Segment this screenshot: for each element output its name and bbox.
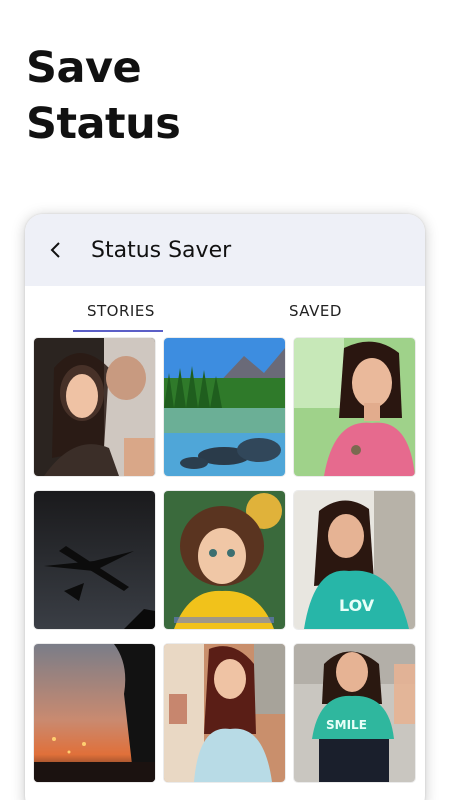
tab-stories[interactable]: STORIES <box>25 286 223 336</box>
arrow-left-icon <box>50 242 60 258</box>
status-thumbnail[interactable] <box>164 644 285 782</box>
photo-airplane <box>34 491 155 629</box>
status-thumbnail[interactable]: SMILE <box>294 644 415 782</box>
promo-headline-line2: Status <box>26 99 181 149</box>
status-thumbnail[interactable] <box>294 338 415 476</box>
photo-couple <box>34 338 155 476</box>
status-thumbnail[interactable] <box>164 338 285 476</box>
photo-girl-pink <box>294 338 415 476</box>
app-bar: Status Saver <box>25 214 425 286</box>
tab-saved[interactable]: SAVED <box>223 286 425 336</box>
status-thumbnail[interactable] <box>34 644 155 782</box>
status-thumbnail[interactable] <box>34 491 155 629</box>
status-thumbnail[interactable] <box>164 491 285 629</box>
svg-text:LOV: LOV <box>339 596 375 615</box>
promo-headline: Save Status <box>26 40 181 152</box>
photo-girl-love: LOV <box>294 491 415 629</box>
photo-lake <box>164 338 285 476</box>
status-grid: LOV SMILE <box>34 338 415 782</box>
promo-headline-line1: Save <box>26 43 142 93</box>
tab-active-indicator <box>73 330 163 332</box>
back-button[interactable] <box>41 235 71 265</box>
photo-girl-smile: SMILE <box>294 644 415 782</box>
photo-child <box>164 491 285 629</box>
photo-sunset <box>34 644 155 782</box>
app-screen: Status Saver STORIES SAVED LOV SMILE <box>25 214 425 800</box>
photo-woman-blue <box>164 644 285 782</box>
status-thumbnail[interactable] <box>34 338 155 476</box>
tab-bar: STORIES SAVED <box>25 286 425 336</box>
status-thumbnail[interactable]: LOV <box>294 491 415 629</box>
app-bar-title: Status Saver <box>91 237 232 263</box>
svg-text:SMILE: SMILE <box>326 718 367 732</box>
